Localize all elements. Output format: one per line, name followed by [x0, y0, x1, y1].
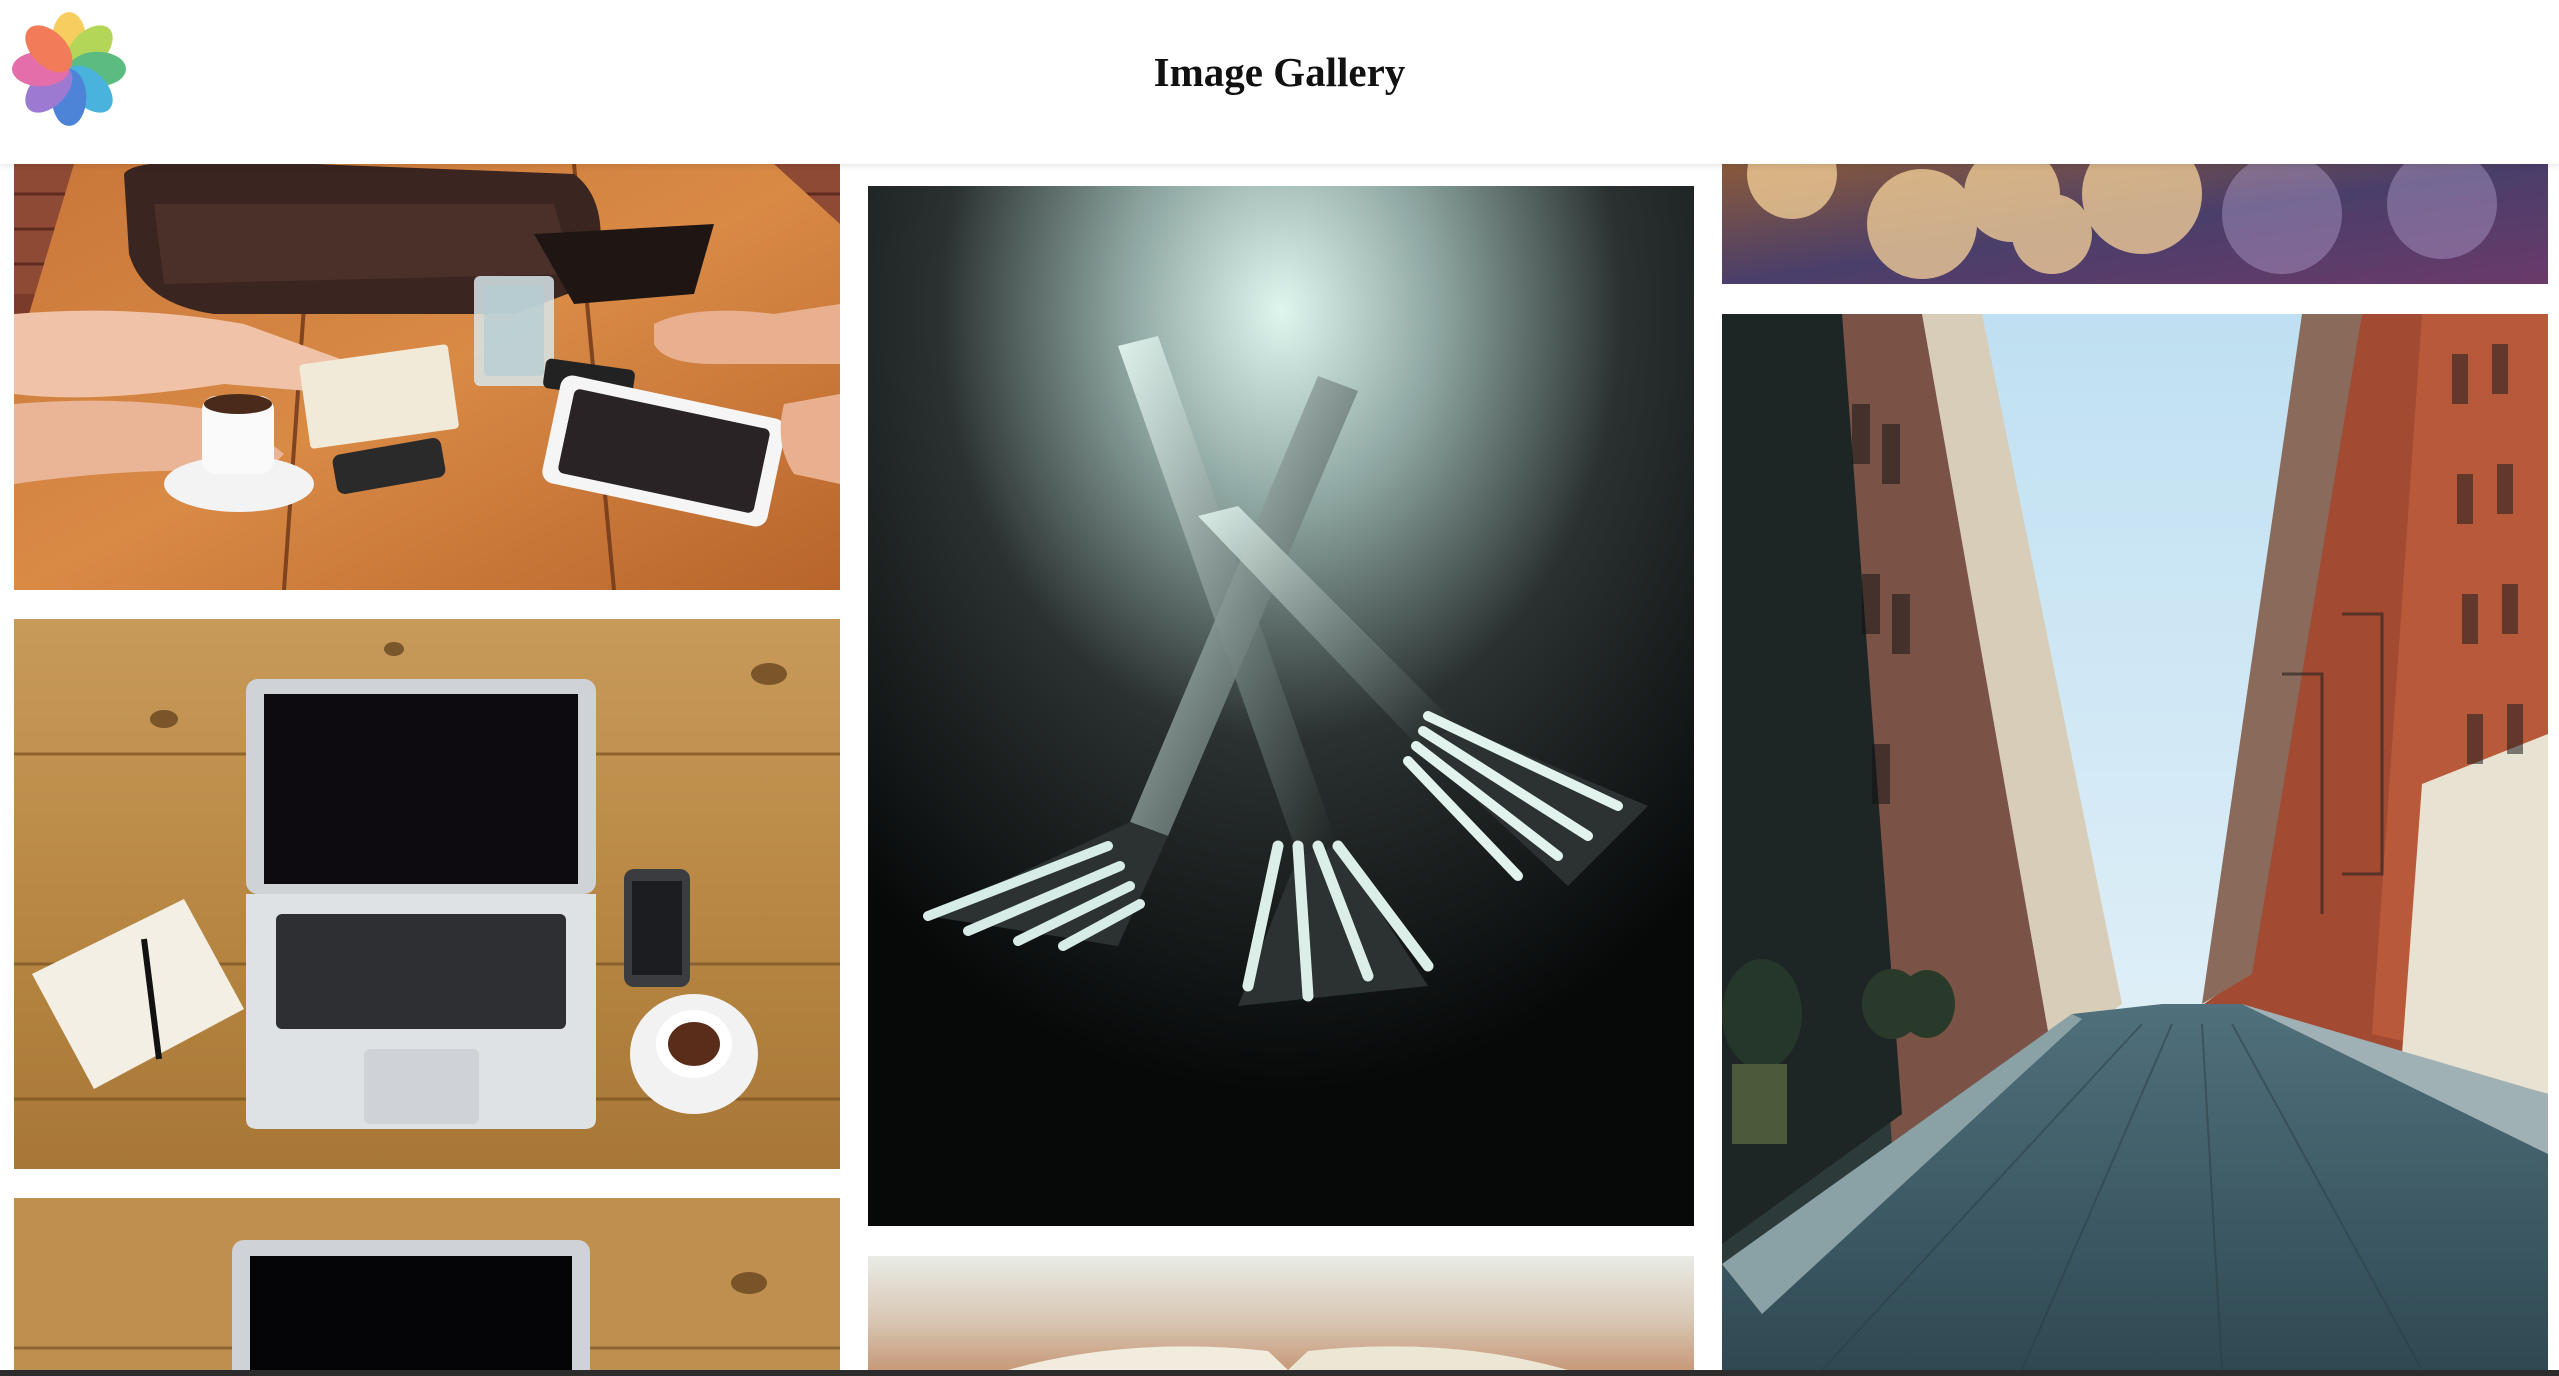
app-header: Image Gallery: [0, 0, 2559, 164]
meeting-table-photo: [14, 164, 840, 590]
laptop-desk-photo: [14, 1198, 840, 1370]
gallery-image-bokeh[interactable]: [1722, 164, 2548, 284]
book-photo: [868, 1256, 1694, 1370]
gallery-image-forks[interactable]: [868, 186, 1694, 1226]
window-bottom-edge: [0, 1370, 2559, 1376]
bokeh-lights-photo: [1722, 164, 2548, 284]
page-title: Image Gallery: [1153, 49, 1406, 95]
image-gallery: [0, 0, 2559, 1370]
gallery-image-book[interactable]: [868, 1256, 1694, 1370]
gallery-image-laptop-2[interactable]: [14, 1198, 840, 1370]
gallery-image-meeting[interactable]: [14, 164, 840, 590]
city-street-photo: [1722, 314, 2548, 1370]
laptop-desk-photo: [14, 619, 840, 1169]
gallery-image-street[interactable]: [1722, 314, 2548, 1370]
forks-photo: [868, 186, 1694, 1226]
gallery-image-laptop[interactable]: [14, 619, 840, 1169]
